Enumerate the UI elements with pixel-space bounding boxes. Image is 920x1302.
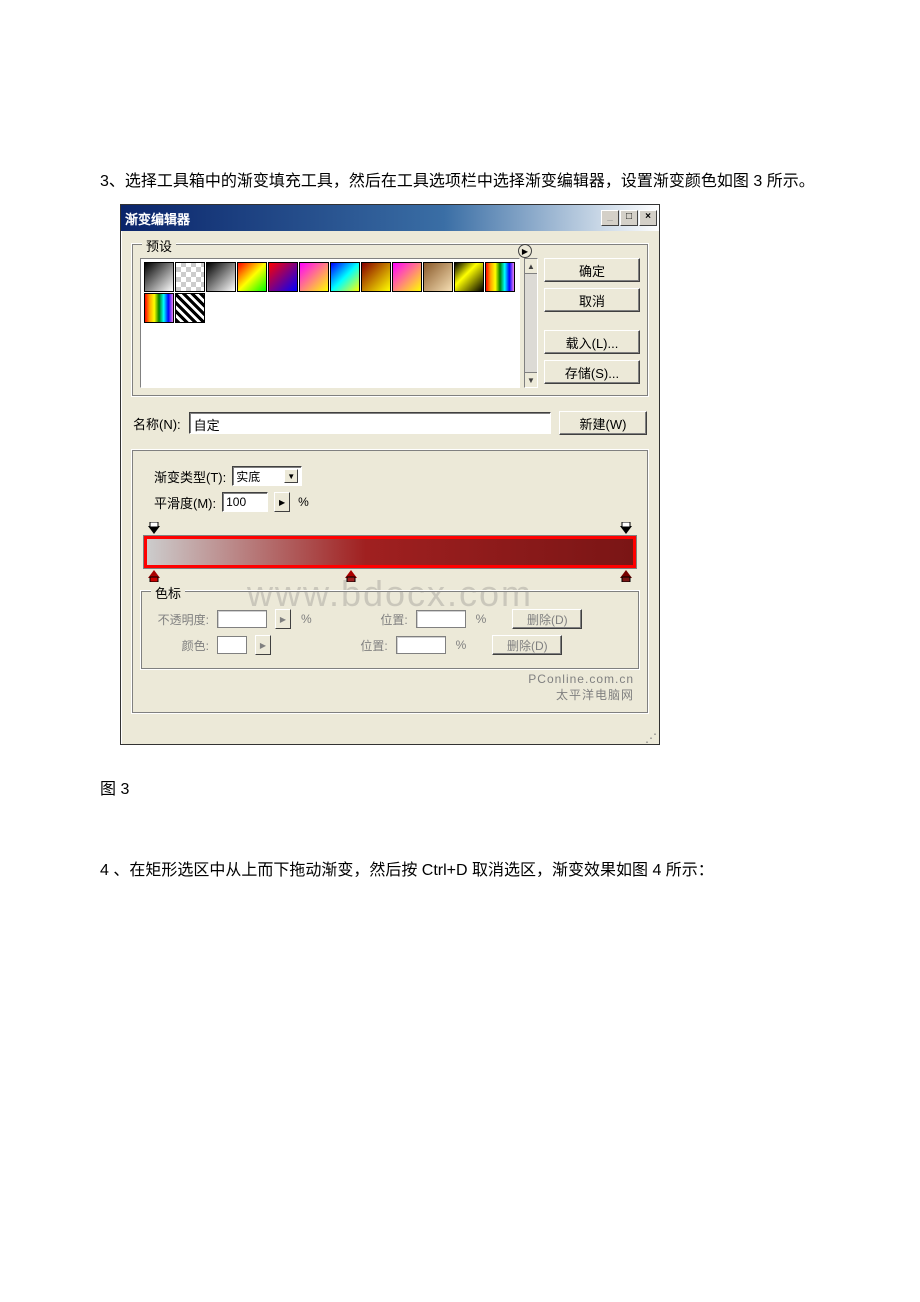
opacity-arrow-icon[interactable]: ▶ — [275, 609, 291, 629]
resize-grip-icon[interactable]: ⋰ — [121, 734, 659, 744]
figure-caption-3: 图 3 — [100, 775, 820, 799]
ok-button[interactable]: 确定 — [544, 258, 640, 282]
opacity-input[interactable] — [217, 610, 267, 628]
color-stop[interactable] — [148, 570, 160, 582]
preset-swatches[interactable] — [140, 258, 520, 388]
position-label: 位置: — [348, 611, 408, 628]
percent-label: % — [476, 612, 487, 626]
load-button[interactable]: 载入(L)... — [544, 330, 640, 354]
cancel-button[interactable]: 取消 — [544, 288, 640, 312]
percent-label: % — [298, 495, 309, 509]
gradient-type-label: 渐变类型(T): — [154, 467, 226, 486]
stops-fieldset: 色标 不透明度: ▶ % 位置: % 删除(D) 颜色: — [140, 590, 640, 670]
percent-label: % — [301, 612, 312, 626]
close-button[interactable]: × — [639, 210, 657, 226]
opacity-position-input[interactable] — [416, 610, 466, 628]
titlebar[interactable]: 渐变编辑器 _ □ × — [121, 205, 659, 231]
maximize-button[interactable]: □ — [620, 210, 638, 226]
color-stop[interactable] — [620, 570, 632, 582]
smoothness-arrow-icon[interactable]: ▶ — [274, 492, 290, 512]
color-arrow-icon[interactable]: ▶ — [255, 635, 271, 655]
opacity-stop[interactable] — [148, 522, 160, 534]
gradient-bar[interactable]: www.bdocx.com — [144, 536, 636, 568]
new-button[interactable]: 新建(W) — [559, 411, 647, 435]
percent-label: % — [456, 638, 467, 652]
name-input[interactable]: 自定 — [189, 412, 551, 434]
smoothness-input[interactable]: 100 — [222, 492, 268, 512]
delete-opacity-button[interactable]: 删除(D) — [512, 609, 582, 629]
name-label: 名称(N): — [133, 414, 181, 433]
gradient-editor-window: 渐变编辑器 _ □ × 预设 ▶ — [120, 204, 660, 745]
paragraph-3: 3、选择工具箱中的渐变填充工具，然后在工具选项栏中选择渐变编辑器，设置渐变颜色如… — [100, 170, 820, 194]
presets-scrollbar[interactable]: ▲ ▼ — [524, 258, 538, 388]
color-label: 颜色: — [149, 637, 209, 654]
footer-watermark: PConline.com.cn 太平洋电脑网 — [140, 670, 640, 703]
color-position-input[interactable] — [396, 636, 446, 654]
position-label: 位置: — [328, 637, 388, 654]
opacity-label: 不透明度: — [149, 611, 209, 628]
smoothness-label: 平滑度(M): — [154, 493, 216, 512]
color-stop[interactable] — [345, 570, 357, 582]
scroll-down-icon[interactable]: ▼ — [525, 372, 537, 387]
stops-legend: 色标 — [151, 583, 185, 602]
minimize-button[interactable]: _ — [601, 210, 619, 226]
delete-color-button[interactable]: 删除(D) — [492, 635, 562, 655]
presets-menu-icon[interactable]: ▶ — [518, 244, 532, 258]
chevron-down-icon[interactable]: ▼ — [284, 469, 298, 483]
save-button[interactable]: 存储(S)... — [544, 360, 640, 384]
gradient-type-select[interactable]: 实底 ▼ — [232, 466, 302, 486]
color-swatch[interactable] — [217, 636, 247, 654]
opacity-stop[interactable] — [620, 522, 632, 534]
window-title: 渐变编辑器 — [125, 209, 601, 228]
gradient-settings-fieldset: 渐变类型(T): 实底 ▼ 平滑度(M): 100 ▶ % — [131, 449, 649, 714]
paragraph-4: 4 、在矩形选区中从上而下拖动渐变，然后按 Ctrl+D 取消选区，渐变效果如图… — [100, 859, 820, 883]
presets-legend: 预设 — [142, 236, 176, 255]
scroll-up-icon[interactable]: ▲ — [525, 259, 537, 274]
presets-fieldset: 预设 ▶ — [131, 243, 649, 397]
